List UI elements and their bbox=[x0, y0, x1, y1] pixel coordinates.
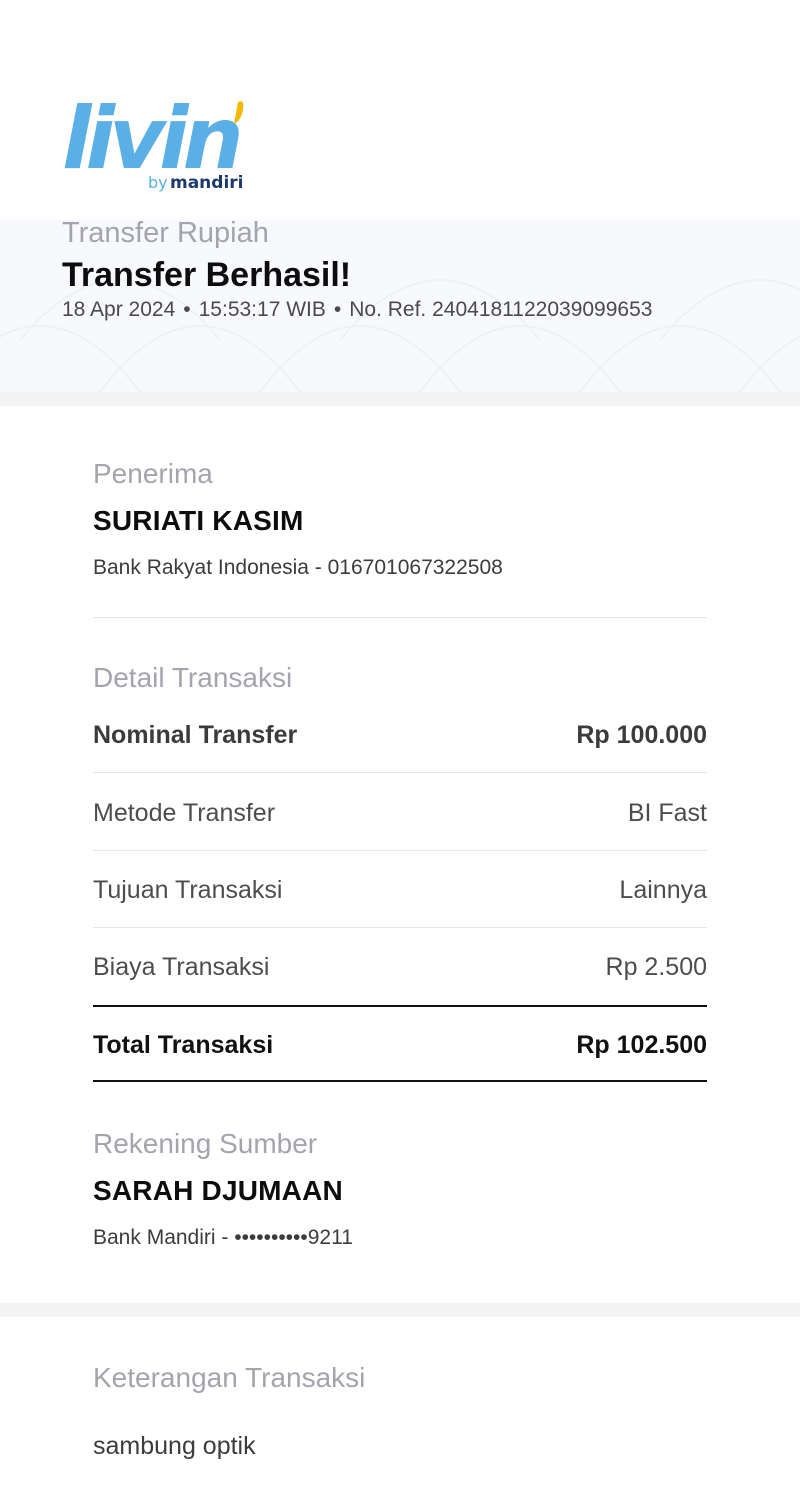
page-title: Transfer Berhasil! bbox=[62, 256, 352, 294]
total-divider-bottom bbox=[93, 1080, 707, 1082]
detail-value: BI Fast bbox=[627, 799, 707, 827]
details-label: Detail Transaksi bbox=[93, 662, 293, 693]
section-separator bbox=[0, 1303, 800, 1317]
section-separator bbox=[0, 392, 800, 406]
transaction-time: 15:53:17 WIB bbox=[198, 298, 326, 321]
recipient-label: Penerima bbox=[93, 458, 213, 489]
separator-dot: • bbox=[333, 298, 342, 321]
transfer-category: Transfer Rupiah bbox=[62, 217, 269, 249]
detail-row-total: Total Transaksi Rp 102.500 bbox=[93, 1031, 707, 1075]
recipient-name: SURIATI KASIM bbox=[93, 505, 304, 536]
detail-key: Metode Transfer bbox=[93, 799, 276, 827]
total-key: Total Transaksi bbox=[93, 1031, 274, 1059]
divider bbox=[93, 772, 707, 773]
divider bbox=[93, 927, 707, 928]
detail-key: Tujuan Transaksi bbox=[93, 876, 283, 904]
notes-label: Keterangan Transaksi bbox=[93, 1362, 366, 1393]
divider bbox=[93, 617, 707, 618]
total-value: Rp 102.500 bbox=[576, 1031, 707, 1059]
detail-value: Rp 100.000 bbox=[576, 721, 707, 749]
reference-number: No. Ref. 2404181122039099653 bbox=[349, 298, 653, 321]
svg-text:mandiri: mandiri bbox=[170, 173, 244, 193]
detail-value: Lainnya bbox=[619, 876, 707, 904]
source-name: SARAH DJUMAAN bbox=[93, 1175, 343, 1206]
recipient-account: Bank Rakyat Indonesia - 016701067322508 bbox=[93, 556, 503, 579]
transaction-meta: 18 Apr 2024 • 15:53:17 WIB • No. Ref. 240418… bbox=[62, 298, 652, 322]
detail-row-fee: Biaya Transaksi Rp 2.500 bbox=[93, 953, 707, 997]
detail-row-purpose: Tujuan Transaksi Lainnya bbox=[93, 876, 707, 920]
separator-dot: • bbox=[183, 298, 191, 321]
detail-row-method: Metode Transfer BI Fast bbox=[93, 799, 707, 843]
svg-text:by: by bbox=[148, 173, 168, 192]
source-label: Rekening Sumber bbox=[93, 1128, 318, 1159]
livin-mandiri-logo: livin by mandiri bbox=[62, 89, 245, 193]
notes-text: sambung optik bbox=[93, 1432, 256, 1460]
detail-row-nominal: Nominal Transfer Rp 100.000 bbox=[93, 721, 707, 765]
receipt-header: livin by mandiri Transfer Rupiah Transfe… bbox=[0, 0, 800, 392]
total-divider-top bbox=[93, 1005, 707, 1007]
detail-value: Rp 2.500 bbox=[605, 953, 707, 981]
transaction-date: 18 Apr 2024 bbox=[62, 298, 176, 321]
detail-key: Nominal Transfer bbox=[93, 721, 298, 749]
detail-key: Biaya Transaksi bbox=[93, 953, 270, 981]
divider bbox=[93, 850, 707, 851]
source-account: Bank Mandiri - ••••••••••9211 bbox=[93, 1226, 353, 1249]
